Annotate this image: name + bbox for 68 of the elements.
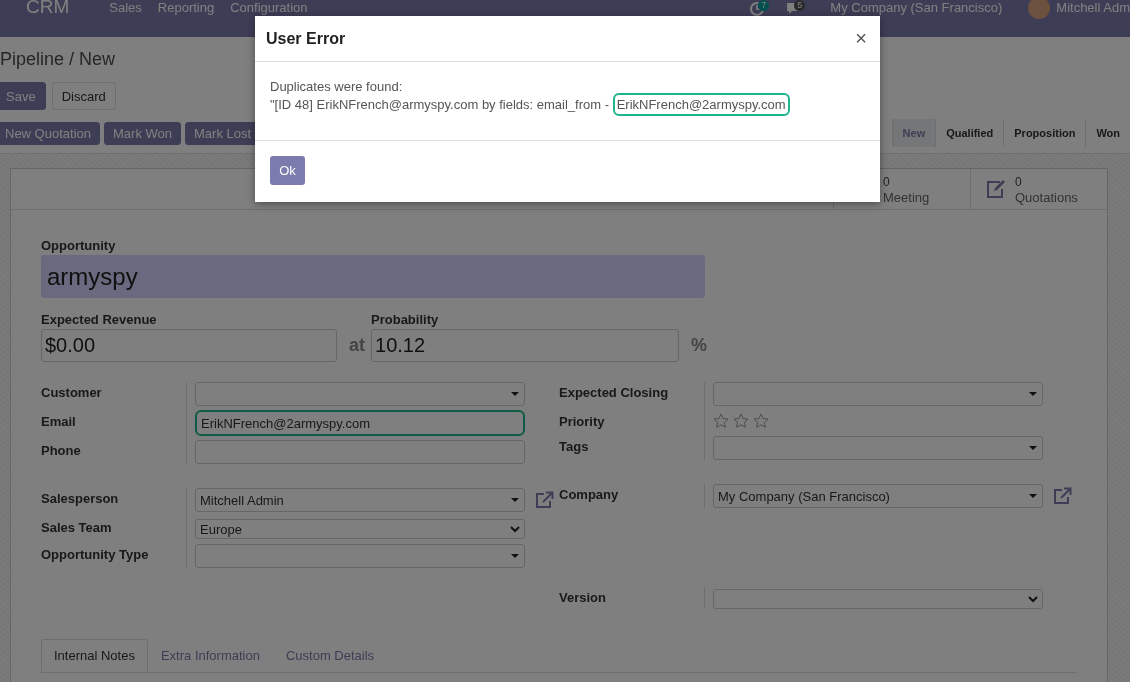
count-badge: 5 [794,0,806,11]
caret-icon [1029,392,1037,396]
star-icon[interactable] [733,413,749,429]
percent-sign: % [690,335,709,357]
field-label: Sales Team [41,519,113,537]
caret-icon [1029,446,1037,450]
save-button[interactable]: Save [0,82,46,110]
caret-icon [511,554,519,558]
ok-button[interactable]: Ok [270,156,305,185]
close-button[interactable]: × [853,27,869,50]
field-label: Phone [41,442,82,460]
discard-button[interactable]: Discard [51,82,116,110]
priority-stars[interactable] [713,411,769,431]
dropdown-field[interactable] [713,382,1043,406]
star-icon[interactable] [753,413,769,429]
stage-button[interactable]: New [891,119,936,147]
caret-icon [511,498,519,502]
dropdown-field[interactable] [195,382,525,406]
external-link-icon[interactable] [1053,487,1073,505]
menu-item[interactable]: Reporting [157,1,215,15]
dropdown-field[interactable] [195,544,525,568]
clock-icon[interactable] [750,2,765,16]
field-label: Opportunity [41,238,117,253]
field-label: Opportunity Type [41,546,150,564]
breadcrumb: Pipeline / New [0,49,117,70]
opportunity-field[interactable]: armyspy [41,255,705,298]
at-label: at [348,335,366,357]
dropdown-field[interactable]: My Company (San Francisco) [713,484,1043,508]
select-field[interactable]: Europe [195,519,525,539]
caret-icon [1029,494,1037,498]
app-name[interactable]: CRM [26,0,70,17]
dropdown-field[interactable]: Mitchell Admin [195,488,525,512]
external-link-icon[interactable] [535,491,555,509]
caret-icon [511,392,519,396]
menu-item[interactable]: Sales [109,1,142,15]
select-field[interactable] [713,589,1043,609]
notebook-tab[interactable]: Internal Notes [41,639,148,672]
field-label: Tags [559,438,590,456]
revenue-field[interactable]: $0.00 [41,329,337,362]
field-label: Customer [41,384,103,402]
chevron-icon [510,525,520,533]
field-label: Probability [371,312,440,327]
star-icon[interactable] [713,413,729,429]
field-label: Expected Closing [559,384,670,402]
dropdown-field[interactable] [713,436,1043,460]
field-label: Priority [559,413,606,431]
dialog-message: "[ID 48] ErikNFrench@armyspy.com by fields: email_from - ErikNFrench@2armyspy.com [270,96,865,114]
field-label: Salesperson [41,490,120,508]
input-field[interactable]: ErikNFrench@2armyspy.com [195,410,525,436]
dialog-message: Duplicates were found: [270,78,404,96]
field-label: Version [559,589,607,607]
action-button[interactable]: New Quotation [0,121,100,145]
input-field[interactable] [195,440,525,464]
count-badge: 7 [758,0,770,11]
field-label: Email [41,413,77,431]
chevron-icon [1028,595,1038,603]
field-label: Company [559,486,620,504]
company-switcher[interactable]: My Company (San Francisco) [830,1,1003,15]
notebook-tab[interactable]: Custom Details [272,639,388,672]
probability-field[interactable]: 10.12 [371,329,679,362]
user-name[interactable]: Mitchell Adm [1056,1,1130,15]
notebook-tab[interactable]: Extra Information [147,639,273,672]
edit-icon [985,179,1007,199]
menu-item[interactable]: Configuration [230,1,308,15]
field-label: Expected Revenue [41,312,158,327]
action-button[interactable]: Mark Won [104,121,181,145]
dialog-title: User Error [266,29,346,48]
avatar[interactable] [1028,0,1051,19]
